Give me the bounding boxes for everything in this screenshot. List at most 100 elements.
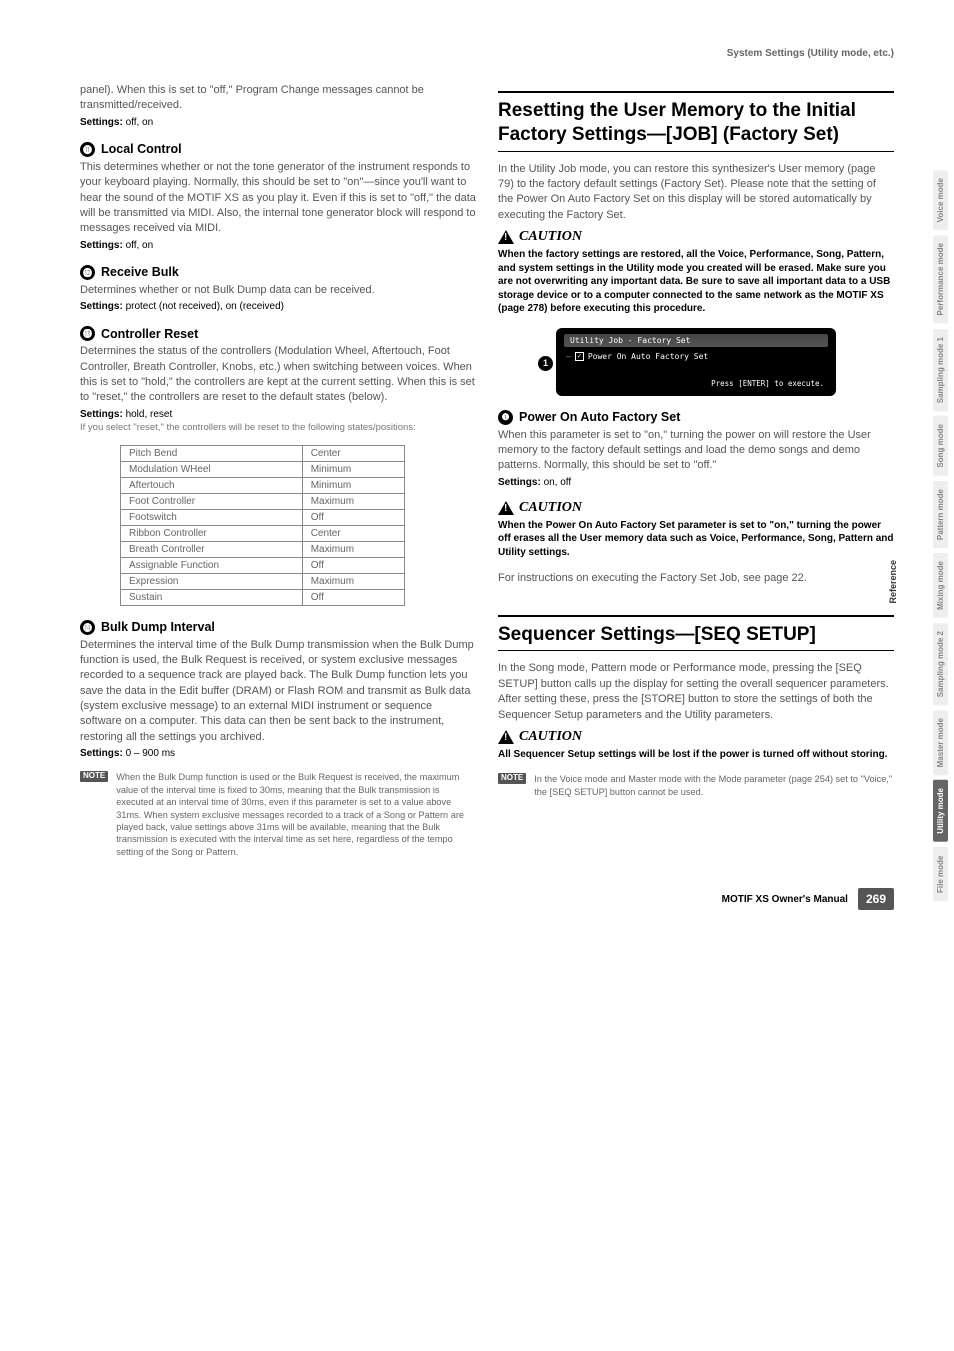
receive-bulk-settings: Settings: protect (not received), on (re… <box>80 301 476 312</box>
ctl-name: Ribbon Controller <box>121 525 303 541</box>
note-icon: NOTE <box>498 773 526 784</box>
ctl-val: Minimum <box>302 461 404 477</box>
lcd-screenshot: 1 Utility Job - Factory Set — ✓ Power On… <box>556 328 836 396</box>
tab-song-mode[interactable]: Song mode <box>933 416 948 476</box>
tab-mixing-mode[interactable]: Mixing mode <box>933 553 948 618</box>
left-column: panel). When this is set to "off," Progr… <box>80 83 476 858</box>
seq-setup-para: In the Song mode, Pattern mode or Perfor… <box>498 661 894 723</box>
badge-11: ⓫ <box>80 142 95 157</box>
warning-triangle-icon <box>498 730 514 744</box>
table-row: Ribbon ControllerCenter <box>121 525 405 541</box>
factory-reset-heading: Resetting the User Memory to the Initial… <box>498 91 894 152</box>
badge-1: ❶ <box>498 410 513 425</box>
warning-triangle-icon <box>498 501 514 515</box>
ctl-name: Expression <box>121 573 303 589</box>
table-row: Foot ControllerMaximum <box>121 493 405 509</box>
mode-tabs: Voice mode Performance mode Sampling mod… <box>933 170 948 901</box>
controller-reset-settings-value: hold, reset <box>126 409 173 420</box>
controller-reset-note: If you select "reset," the controllers w… <box>80 422 476 435</box>
lcd-footer: Press [ENTER] to execute. <box>564 377 828 390</box>
ctl-name: Assignable Function <box>121 557 303 573</box>
lcd-row-label: Power On Auto Factory Set <box>588 352 708 361</box>
ctl-name: Foot Controller <box>121 493 303 509</box>
caution-label: CAUTION <box>519 729 582 745</box>
factory-set-job-ref: For instructions on executing the Factor… <box>498 571 894 586</box>
badge-13: ⓭ <box>80 326 95 341</box>
power-on-auto-heading: ❶ Power On Auto Factory Set <box>498 410 894 425</box>
bulk-dump-interval-title: Bulk Dump Interval <box>101 620 215 634</box>
bulk-dump-interval-para: Determines the interval time of the Bulk… <box>80 638 476 746</box>
intro-settings-value: off, on <box>126 117 154 128</box>
local-control-heading: ⓫ Local Control <box>80 142 476 157</box>
ctl-val: Off <box>302 509 404 525</box>
power-on-auto-settings: Settings: on, off <box>498 477 894 488</box>
right-column: Resetting the User Memory to the Initial… <box>498 83 894 858</box>
bulk-dump-note: NOTE When the Bulk Dump function is used… <box>80 771 476 858</box>
seq-setup-heading: Sequencer Settings—[SEQ SETUP] <box>498 615 894 652</box>
caution-heading-3: CAUTION <box>498 729 894 745</box>
ctl-val: Maximum <box>302 573 404 589</box>
controller-reset-table: Pitch BendCenter Modulation WHeelMinimum… <box>120 445 405 606</box>
table-row: ExpressionMaximum <box>121 573 405 589</box>
power-on-auto-settings-value: on, off <box>544 477 572 488</box>
caution-body-3: All Sequencer Setup settings will be los… <box>498 748 894 762</box>
receive-bulk-para: Determines whether or not Bulk Dump data… <box>80 283 476 298</box>
caution-body-2: When the Power On Auto Factory Set param… <box>498 519 894 560</box>
local-control-para: This determines whether or not the tone … <box>80 160 476 237</box>
tab-utility-mode[interactable]: Utility mode <box>933 780 948 842</box>
ctl-val: Off <box>302 557 404 573</box>
receive-bulk-settings-value: protect (not received), on (received) <box>126 301 284 312</box>
controller-reset-settings: Settings: hold, reset <box>80 409 476 420</box>
bulk-dump-interval-settings-value: 0 – 900 ms <box>126 748 175 759</box>
ctl-name: Aftertouch <box>121 477 303 493</box>
table-row: AftertouchMinimum <box>121 477 405 493</box>
badge-14: ⓮ <box>80 620 95 635</box>
table-row: SustainOff <box>121 589 405 605</box>
controller-reset-heading: ⓭ Controller Reset <box>80 326 476 341</box>
bulk-dump-interval-heading: ⓮ Bulk Dump Interval <box>80 620 476 635</box>
table-row: FootswitchOff <box>121 509 405 525</box>
caution-label: CAUTION <box>519 229 582 245</box>
caution-label: CAUTION <box>519 500 582 516</box>
local-control-title: Local Control <box>101 142 182 156</box>
bulk-dump-note-text: When the Bulk Dump function is used or t… <box>116 771 476 858</box>
tab-master-mode[interactable]: Master mode <box>933 710 948 775</box>
tab-sampling-mode-2[interactable]: Sampling mode 2 <box>933 623 948 705</box>
screenshot-marker-1: 1 <box>538 356 553 371</box>
table-row: Assignable FunctionOff <box>121 557 405 573</box>
page-number: 269 <box>858 888 894 910</box>
table-row: Modulation WHeelMinimum <box>121 461 405 477</box>
ctl-val: Maximum <box>302 541 404 557</box>
note-icon: NOTE <box>80 771 108 782</box>
ctl-name: Sustain <box>121 589 303 605</box>
local-control-settings: Settings: off, on <box>80 240 476 251</box>
ctl-val: Maximum <box>302 493 404 509</box>
table-row: Breath ControllerMaximum <box>121 541 405 557</box>
seq-setup-note: NOTE In the Voice mode and Master mode w… <box>498 773 894 798</box>
tab-sampling-mode-1[interactable]: Sampling mode 1 <box>933 329 948 411</box>
ctl-name: Breath Controller <box>121 541 303 557</box>
ctl-val: Center <box>302 445 404 461</box>
two-column-layout: panel). When this is set to "off," Progr… <box>80 83 894 858</box>
tab-file-mode[interactable]: File mode <box>933 847 948 901</box>
power-on-auto-title: Power On Auto Factory Set <box>519 410 680 424</box>
manual-title: MOTIF XS Owner's Manual <box>722 894 848 905</box>
page-footer: MOTIF XS Owner's Manual 269 <box>80 888 894 910</box>
checkbox-icon: ✓ <box>575 352 584 361</box>
receive-bulk-heading: ⓬ Receive Bulk <box>80 265 476 280</box>
ctl-name: Modulation WHeel <box>121 461 303 477</box>
tab-voice-mode[interactable]: Voice mode <box>933 170 948 230</box>
badge-12: ⓬ <box>80 265 95 280</box>
lcd-title: Utility Job - Factory Set <box>564 334 828 347</box>
lcd-row: — ✓ Power On Auto Factory Set <box>564 350 828 363</box>
intro-paragraph: panel). When this is set to "off," Progr… <box>80 83 476 114</box>
ctl-val: Minimum <box>302 477 404 493</box>
ctl-name: Pitch Bend <box>121 445 303 461</box>
ctl-name: Footswitch <box>121 509 303 525</box>
tab-pattern-mode[interactable]: Pattern mode <box>933 481 948 548</box>
caution-heading-1: CAUTION <box>498 229 894 245</box>
chapter-header: System Settings (Utility mode, etc.) <box>80 48 894 59</box>
tab-performance-mode[interactable]: Performance mode <box>933 235 948 323</box>
factory-reset-para: In the Utility Job mode, you can restore… <box>498 162 894 224</box>
ctl-val: Center <box>302 525 404 541</box>
